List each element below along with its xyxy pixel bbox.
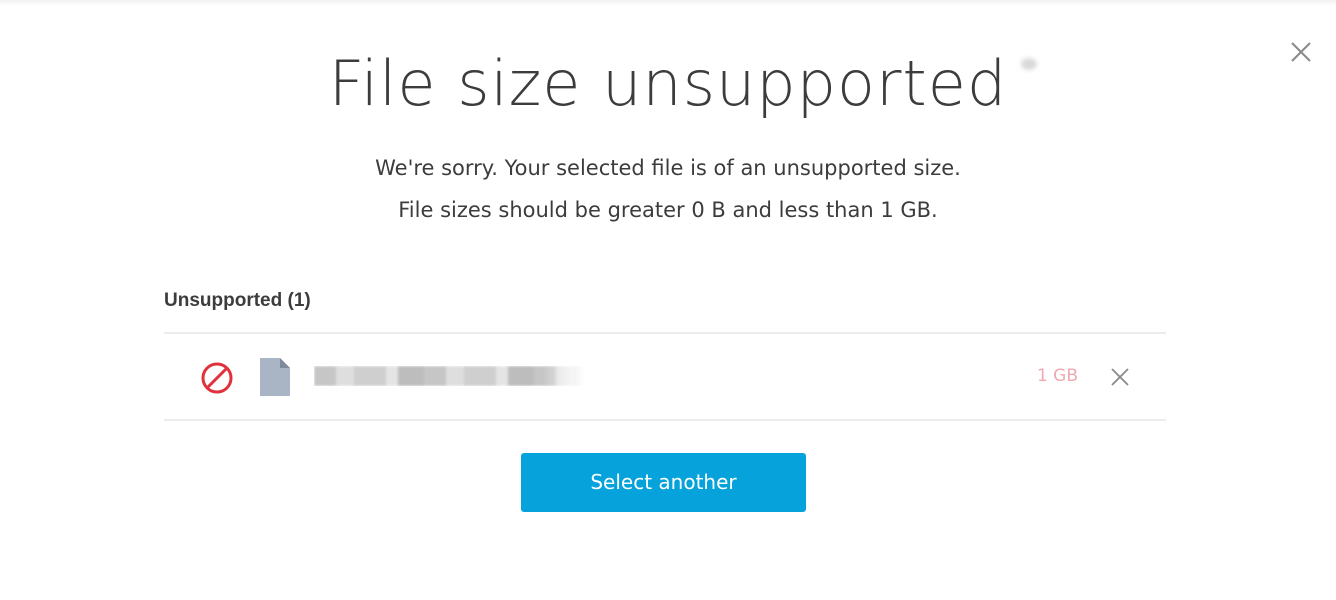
select-another-button[interactable]: Select another	[521, 453, 806, 512]
file-size: 1 GB	[1036, 366, 1078, 386]
error-message-line-2: File sizes should be greater 0 B and les…	[398, 198, 938, 222]
unsupported-section-label: Unsupported (1)	[164, 290, 311, 311]
file-name: ██████████████████	[314, 366, 584, 386]
close-icon	[1111, 368, 1129, 386]
title-decoration-dot	[1021, 58, 1037, 70]
remove-file-button[interactable]	[1108, 365, 1132, 389]
unsupported-icon	[201, 362, 233, 394]
error-message-line-1: We're sorry. Your selected file is of an…	[375, 156, 961, 180]
top-edge-shadow	[0, 0, 1336, 6]
file-icon	[260, 358, 290, 396]
file-row: ██████████████████ 1 GB	[164, 334, 1166, 419]
list-bottom-divider	[164, 419, 1166, 421]
dialog-title: File size unsupported	[328, 47, 1008, 120]
